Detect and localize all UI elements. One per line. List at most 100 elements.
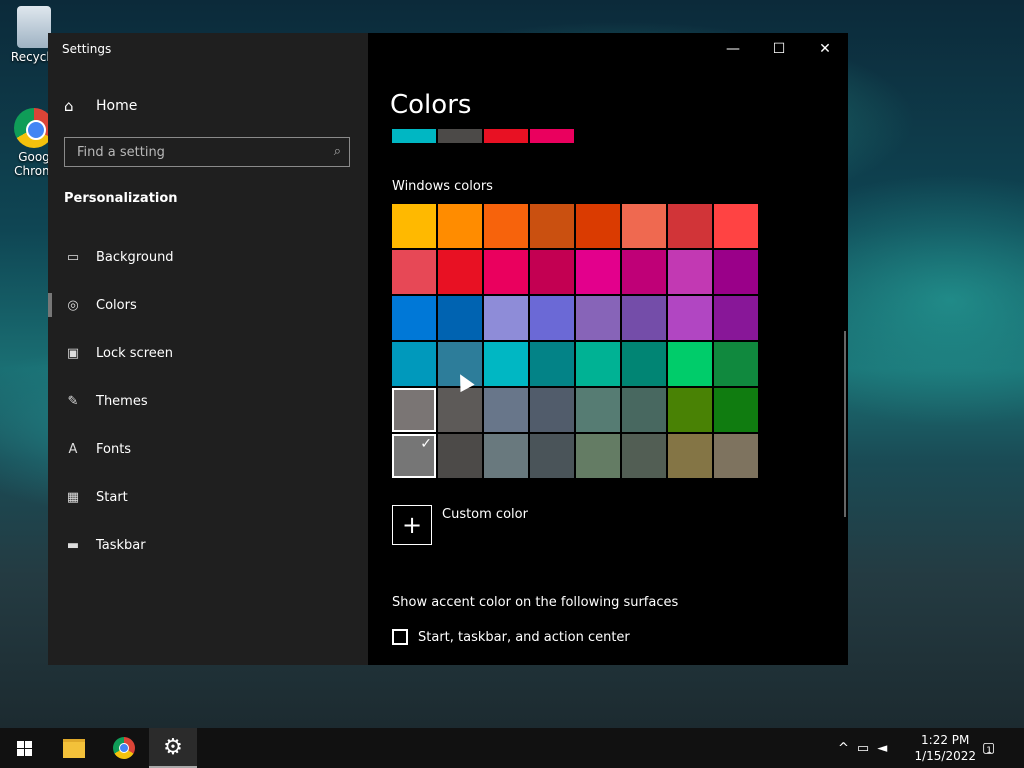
colors-page: — ☐ ✕ Colors Windows colors ✓ + Custom c… xyxy=(368,33,848,665)
color-swatch[interactable] xyxy=(530,342,574,386)
start-button[interactable] xyxy=(0,728,48,768)
network-icon[interactable]: ▭ xyxy=(857,741,869,756)
volume-muted-icon[interactable]: ◄ xyxy=(877,741,887,756)
search-input[interactable] xyxy=(75,144,319,161)
color-swatch[interactable] xyxy=(622,434,666,478)
color-swatch[interactable] xyxy=(714,296,758,340)
color-swatch[interactable] xyxy=(576,296,620,340)
accent-surfaces-heading: Show accent color on the following surfa… xyxy=(392,595,679,610)
sidebar-item-colors[interactable]: ◎ Colors xyxy=(48,281,368,329)
color-swatch[interactable] xyxy=(576,342,620,386)
color-swatch[interactable] xyxy=(392,296,436,340)
color-swatch[interactable] xyxy=(484,250,528,294)
recent-color-swatch[interactable] xyxy=(530,129,574,143)
color-swatch[interactable] xyxy=(714,388,758,432)
color-swatch[interactable] xyxy=(576,388,620,432)
recent-color-swatch[interactable] xyxy=(392,129,436,143)
recycle-bin-glyph xyxy=(17,6,51,48)
color-swatch[interactable] xyxy=(576,434,620,478)
color-swatch[interactable] xyxy=(668,388,712,432)
color-swatch[interactable] xyxy=(438,250,482,294)
home-link[interactable]: ⌂ Home xyxy=(64,97,137,115)
search-box[interactable]: ⌕ xyxy=(64,137,350,167)
color-swatch[interactable] xyxy=(668,296,712,340)
color-swatch-grid: ✓ xyxy=(392,204,758,478)
action-center-button[interactable]: ▢ 1 xyxy=(982,728,995,768)
section-title: Personalization xyxy=(64,191,178,206)
time-text: 1:22 PM xyxy=(921,733,970,747)
color-swatch[interactable] xyxy=(484,434,528,478)
minimize-button[interactable]: — xyxy=(710,33,756,65)
color-swatch[interactable] xyxy=(622,250,666,294)
color-swatch[interactable]: ✓ xyxy=(392,434,436,478)
color-swatch[interactable] xyxy=(438,296,482,340)
color-swatch[interactable] xyxy=(668,342,712,386)
color-swatch[interactable] xyxy=(622,342,666,386)
scrollbar[interactable] xyxy=(844,331,846,517)
sidebar-item-start[interactable]: ▦ Start xyxy=(48,473,368,521)
windows-logo-icon xyxy=(16,740,32,756)
color-swatch[interactable] xyxy=(530,388,574,432)
custom-color-label: Custom color xyxy=(442,507,528,522)
color-swatch[interactable] xyxy=(714,250,758,294)
color-swatch[interactable] xyxy=(438,388,482,432)
color-swatch[interactable] xyxy=(714,342,758,386)
sidebar-item-lock-screen[interactable]: ▣ Lock screen xyxy=(48,329,368,377)
sidebar-item-label: Themes xyxy=(96,393,148,409)
recent-color-swatch[interactable] xyxy=(484,129,528,143)
close-button[interactable]: ✕ xyxy=(802,33,848,65)
color-swatch[interactable] xyxy=(668,250,712,294)
color-swatch[interactable] xyxy=(530,296,574,340)
color-swatch[interactable] xyxy=(392,388,436,432)
date-text: 1/15/2022 xyxy=(914,749,976,763)
window-title: Settings xyxy=(62,42,112,56)
image-icon: ▭ xyxy=(66,249,80,265)
chrome-taskbar-button[interactable] xyxy=(100,728,148,768)
notification-count: 1 xyxy=(986,746,992,756)
color-swatch[interactable] xyxy=(484,296,528,340)
color-swatch[interactable] xyxy=(392,250,436,294)
sidebar-item-taskbar[interactable]: ▬ Taskbar xyxy=(48,521,368,569)
sidebar-item-fonts[interactable]: A Fonts xyxy=(48,425,368,473)
color-swatch[interactable] xyxy=(622,204,666,248)
start-taskbar-checkbox[interactable] xyxy=(392,629,408,645)
color-swatch[interactable] xyxy=(530,204,574,248)
color-swatch[interactable] xyxy=(438,204,482,248)
start-taskbar-checkbox-row[interactable]: Start, taskbar, and action center xyxy=(392,629,630,645)
color-swatch[interactable] xyxy=(668,434,712,478)
settings-sidebar: Settings ⌂ Home ⌕ Personalization ▭ Back… xyxy=(48,33,368,665)
recent-color-swatch[interactable] xyxy=(438,129,482,143)
search-icon[interactable]: ⌕ xyxy=(334,144,341,159)
lock-screen-icon: ▣ xyxy=(66,345,80,361)
start-taskbar-checkbox-label: Start, taskbar, and action center xyxy=(418,629,630,645)
color-swatch[interactable] xyxy=(622,388,666,432)
color-swatch[interactable] xyxy=(622,296,666,340)
chevron-up-icon[interactable]: ^ xyxy=(838,741,849,756)
color-swatch[interactable] xyxy=(484,342,528,386)
color-swatch[interactable] xyxy=(668,204,712,248)
color-swatch[interactable] xyxy=(714,204,758,248)
file-explorer-button[interactable] xyxy=(50,728,98,768)
color-swatch[interactable] xyxy=(576,250,620,294)
settings-taskbar-button[interactable]: ⚙ xyxy=(149,728,197,768)
plus-icon: + xyxy=(392,505,432,545)
custom-color-button[interactable]: + Custom color xyxy=(392,505,528,545)
sidebar-item-themes[interactable]: ✎ Themes xyxy=(48,377,368,425)
sidebar-item-label: Start xyxy=(96,489,128,505)
taskbar-icon: ▬ xyxy=(66,537,80,553)
themes-icon: ✎ xyxy=(67,393,79,409)
color-swatch[interactable] xyxy=(530,434,574,478)
color-swatch[interactable] xyxy=(438,434,482,478)
color-swatch[interactable] xyxy=(530,250,574,294)
color-swatch[interactable] xyxy=(484,204,528,248)
color-swatch[interactable] xyxy=(392,342,436,386)
home-label: Home xyxy=(96,98,138,114)
color-swatch[interactable] xyxy=(484,388,528,432)
sidebar-item-label: Background xyxy=(96,249,174,265)
clock[interactable]: 1:22 PM 1/15/2022 xyxy=(914,732,976,764)
color-swatch[interactable] xyxy=(576,204,620,248)
color-swatch[interactable] xyxy=(392,204,436,248)
color-swatch[interactable] xyxy=(714,434,758,478)
sidebar-item-background[interactable]: ▭ Background xyxy=(48,233,368,281)
maximize-button[interactable]: ☐ xyxy=(756,33,802,65)
